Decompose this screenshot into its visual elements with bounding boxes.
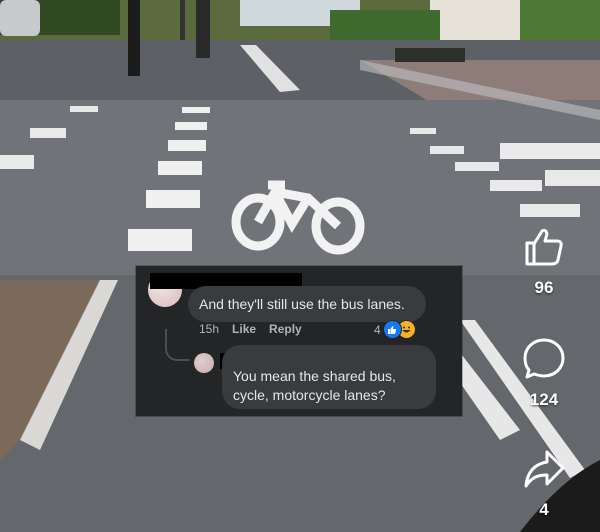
reaction-count: 4 xyxy=(374,322,381,337)
comment-meta: 15h Like Reply xyxy=(199,322,302,336)
share-count: 4 xyxy=(539,500,549,519)
like-reaction-icon xyxy=(382,320,402,339)
comment-thread-card: And they'll still use the bus lanes. 15h… xyxy=(136,266,462,416)
comment-action[interactable]: 124 xyxy=(519,334,569,410)
reply-thread-line xyxy=(165,329,189,361)
comment-count: 124 xyxy=(529,390,559,409)
like-link[interactable]: Like xyxy=(232,322,256,336)
reply-link[interactable]: Reply xyxy=(269,322,302,336)
comment-timestamp: 15h xyxy=(199,322,220,336)
comment-text: And they'll still use the bus lanes. xyxy=(199,296,405,312)
reaction-summary[interactable]: 4 xyxy=(374,320,416,339)
comment-bubble: And they'll still use the bus lanes. xyxy=(188,286,426,322)
thumbs-up-icon[interactable] xyxy=(519,222,569,272)
like-action[interactable]: 96 xyxy=(519,222,569,298)
like-count: 96 xyxy=(534,278,554,297)
action-rail: 96 124 4 xyxy=(502,222,586,520)
reply-avatar[interactable] xyxy=(194,353,214,373)
comment-bubble-icon[interactable] xyxy=(519,334,569,384)
share-action[interactable]: 4 xyxy=(519,444,569,520)
reply-text: You mean the shared bus, cycle, motorcyc… xyxy=(233,368,396,403)
share-arrow-icon[interactable] xyxy=(519,444,569,494)
reply-bubble: You mean the shared bus, cycle, motorcyc… xyxy=(222,345,436,409)
